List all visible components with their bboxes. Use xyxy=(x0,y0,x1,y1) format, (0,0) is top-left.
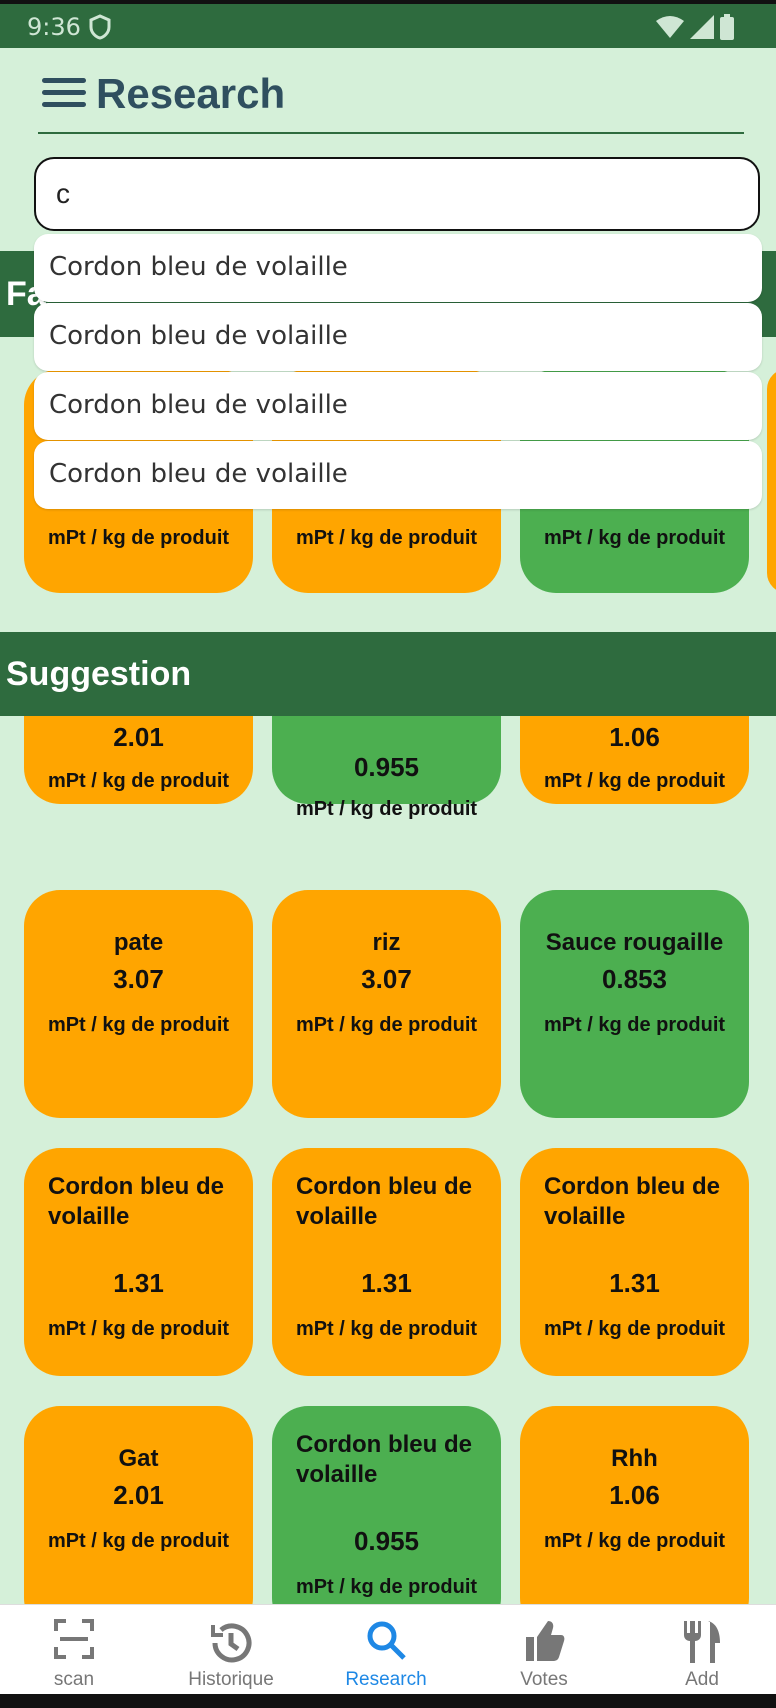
favoris-card[interactable] xyxy=(767,369,776,593)
autocomplete-option[interactable]: Cordon bleu de volaille xyxy=(34,234,762,302)
card-unit: mPt / kg de produit xyxy=(543,1318,726,1340)
autocomplete-option[interactable]: Cordon bleu de volaille xyxy=(34,372,762,440)
suggestion-card[interactable]: Gat 2.01 mPt / kg de produit xyxy=(24,1406,253,1604)
autocomplete-option[interactable]: Cordon bleu de volaille xyxy=(34,441,762,509)
card-unit: mPt / kg de produit xyxy=(47,1318,230,1340)
card-unit: mPt / kg de produit xyxy=(295,1318,478,1340)
wifi-icon xyxy=(656,16,684,38)
status-time: 9:36 xyxy=(27,13,81,41)
card-value: 2.01 xyxy=(113,722,164,752)
history-icon xyxy=(211,1623,252,1663)
card-unit: mPt / kg de produit xyxy=(47,527,230,549)
suggestion-card[interactable]: Cordon bleu de volaille 0.955 mPt / kg de … xyxy=(272,1406,501,1604)
nav-label: Add xyxy=(685,1669,719,1690)
card-unit: mPt / kg de produit xyxy=(543,770,726,792)
card-name: Cordon bleu de volaille xyxy=(296,1173,472,1230)
app-header: Research xyxy=(38,64,744,134)
nav-label: scan xyxy=(53,1669,95,1690)
card-unit: mPt / kg de produit xyxy=(47,1530,230,1552)
card-value: 0.955 xyxy=(353,752,420,782)
card-value: 0.853 xyxy=(601,964,668,994)
autocomplete-dropdown: Cordon bleu de volaille Cordon bleu de vo… xyxy=(34,234,762,510)
search-input[interactable] xyxy=(34,157,760,231)
card-unit: mPt / kg de produit xyxy=(543,1530,726,1552)
nav-votes[interactable]: Votes xyxy=(474,1605,614,1695)
card-unit: mPt / kg de produit xyxy=(47,1014,230,1036)
card-value: 0.955 xyxy=(353,1526,420,1556)
card-name: pate xyxy=(113,929,164,956)
scan-icon xyxy=(54,1619,94,1659)
suggestion-card[interactable]: Cordon bleu de volaille 1.31 mPt / kg de p… xyxy=(24,1148,253,1376)
nav-label: Historique xyxy=(188,1669,274,1690)
card-name: riz xyxy=(372,929,401,956)
card-value: 1.06 xyxy=(609,1480,660,1510)
card-value: 3.07 xyxy=(113,964,164,994)
suggestion-card[interactable]: 2.01 mPt / kg de produit xyxy=(24,716,253,804)
page-title: Research xyxy=(96,70,286,117)
card-unit: mPt / kg de produit xyxy=(295,798,478,820)
menu-icon[interactable] xyxy=(42,78,86,114)
card-value: 1.31 xyxy=(361,1268,412,1298)
nav-scan[interactable]: scan xyxy=(4,1605,144,1695)
search-icon xyxy=(367,1621,406,1660)
card-unit: mPt / kg de produit xyxy=(543,527,726,549)
autocomplete-option[interactable]: Cordon bleu de volaille xyxy=(34,303,762,371)
nav-add[interactable]: Add xyxy=(632,1605,772,1695)
fork-knife-icon xyxy=(684,1621,720,1663)
gesture-bar xyxy=(0,1694,776,1708)
suggestion-card[interactable]: Sauce rougaille 0.853 mPt / kg de produit xyxy=(520,890,749,1118)
suggestion-grid: 2.01 mPt / kg de produit 0.955 mPt / kg de … xyxy=(0,716,776,1604)
suggestion-section-title: Suggestion xyxy=(0,632,776,716)
suggestion-card[interactable]: 1.06 mPt / kg de produit xyxy=(520,716,749,804)
card-unit: mPt / kg de produit xyxy=(295,1576,478,1598)
card-name: Cordon bleu de volaille xyxy=(544,1173,720,1230)
suggestion-card[interactable]: Cordon bleu de volaille 1.31 mPt / kg de p… xyxy=(272,1148,501,1376)
signal-icon xyxy=(690,15,714,39)
bottom-nav: scan Historique Research Votes Add xyxy=(0,1604,776,1694)
card-value: 2.01 xyxy=(113,1480,164,1510)
card-name: Cordon bleu de volaille xyxy=(48,1173,224,1230)
status-icons xyxy=(656,14,734,40)
thumbs-up-icon xyxy=(526,1621,565,1661)
battery-icon xyxy=(720,14,734,40)
suggestion-card[interactable]: 0.955 mPt / kg de produit xyxy=(272,716,501,820)
card-name: Sauce rougaille xyxy=(545,929,724,956)
card-name: Cordon bleu de volaille xyxy=(296,1431,472,1488)
card-unit: mPt / kg de produit xyxy=(543,1014,726,1036)
card-unit: mPt / kg de produit xyxy=(295,1014,478,1036)
nav-label: Votes xyxy=(520,1669,568,1690)
card-unit: mPt / kg de produit xyxy=(295,527,478,549)
card-name: Gat xyxy=(118,1445,159,1472)
suggestion-card[interactable]: riz 3.07 mPt / kg de produit xyxy=(272,890,501,1118)
card-unit: mPt / kg de produit xyxy=(47,770,230,792)
card-value: 1.06 xyxy=(609,722,660,752)
nav-label: Research xyxy=(345,1669,427,1690)
card-value: 1.31 xyxy=(609,1268,660,1298)
suggestion-card[interactable]: Rhh 1.06 mPt / kg de produit xyxy=(520,1406,749,1604)
card-value: 1.31 xyxy=(113,1268,164,1298)
card-name: Rhh xyxy=(611,1445,658,1472)
card-value: 3.07 xyxy=(361,964,412,994)
status-bar: 9:36 xyxy=(0,0,776,48)
suggestion-card[interactable]: Cordon bleu de volaille 1.31 mPt / kg de p… xyxy=(520,1148,749,1376)
shield-icon xyxy=(89,14,111,40)
nav-research[interactable]: Research xyxy=(316,1605,456,1695)
nav-historique[interactable]: Historique xyxy=(161,1605,301,1695)
suggestion-card[interactable]: pate 3.07 mPt / kg de produit xyxy=(24,890,253,1118)
